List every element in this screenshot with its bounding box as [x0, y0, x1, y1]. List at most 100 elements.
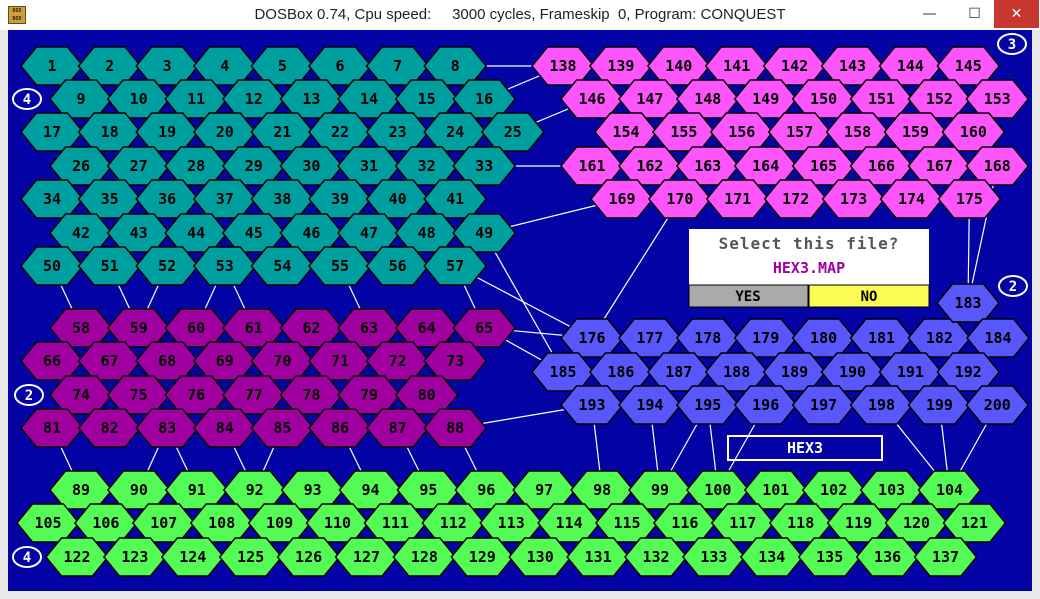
hex-number: 91 — [188, 481, 206, 499]
hex-number: 73 — [446, 352, 464, 370]
hex-number: 114 — [556, 514, 583, 532]
hex-territory[interactable]: 176 — [560, 318, 624, 358]
hex-territory[interactable]: 180 — [791, 318, 856, 358]
hex-territory[interactable]: 124 — [160, 537, 225, 577]
hex-territory[interactable]: 128 — [392, 537, 457, 577]
hex-number: 185 — [549, 363, 576, 381]
hex-territory[interactable]: 127 — [334, 537, 399, 577]
hex-number: 200 — [984, 396, 1011, 414]
hex-number: 198 — [868, 396, 895, 414]
hex-number: 119 — [845, 514, 872, 532]
region-label-text: 3 — [1008, 37, 1016, 53]
hex-number: 17 — [43, 123, 61, 141]
hex-number: 66 — [43, 352, 61, 370]
hex-number: 22 — [331, 123, 349, 141]
hex-number: 95 — [419, 481, 437, 499]
hex-number: 104 — [936, 481, 963, 499]
hex-territory[interactable]: 135 — [797, 537, 862, 577]
hex-territory[interactable]: 136 — [855, 537, 920, 577]
hex-number: 122 — [63, 548, 90, 566]
dialog-filename: HEX3.MAP — [773, 259, 845, 277]
hex-number: 82 — [101, 419, 119, 437]
hex-number: 131 — [585, 548, 612, 566]
hex-number: 113 — [498, 514, 525, 532]
hex-number: 146 — [578, 90, 605, 108]
hex-territory[interactable]: 183 — [936, 283, 1000, 323]
hex-number: 51 — [101, 257, 119, 275]
hex-number: 120 — [903, 514, 930, 532]
hex-number: 94 — [361, 481, 379, 499]
hex-territory[interactable]: 137 — [913, 537, 978, 577]
hex-number: 35 — [101, 190, 119, 208]
hex-number: 106 — [92, 514, 119, 532]
hex-number: 48 — [418, 224, 436, 242]
hex-number: 67 — [101, 352, 119, 370]
hex-number: 62 — [302, 319, 320, 337]
hex-number: 107 — [150, 514, 177, 532]
hex-number: 33 — [475, 157, 493, 175]
hex-number: 192 — [955, 363, 982, 381]
hex-number: 156 — [728, 123, 755, 141]
region-label-text: 4 — [23, 92, 31, 108]
hex-number: 117 — [729, 514, 756, 532]
hex-territory[interactable]: 126 — [276, 537, 341, 577]
hex-number: 132 — [642, 548, 669, 566]
hex-number: 92 — [246, 481, 264, 499]
hex-number: 99 — [651, 481, 669, 499]
hex-territory[interactable]: 184 — [966, 318, 1030, 358]
hex-territory[interactable]: 179 — [733, 318, 798, 358]
hex-territory[interactable]: 129 — [450, 537, 515, 577]
hex-number: 127 — [353, 548, 380, 566]
hex-number: 169 — [608, 190, 635, 208]
hex-number: 165 — [810, 157, 837, 175]
hex-number: 125 — [237, 548, 264, 566]
map-name: HEX3 — [787, 439, 823, 457]
hex-number: 176 — [578, 329, 605, 347]
hex-territory[interactable]: 177 — [617, 318, 682, 358]
hex-number: 93 — [304, 481, 322, 499]
hex-number: 12 — [245, 90, 263, 108]
hex-number: 61 — [245, 319, 263, 337]
hex-number: 88 — [446, 419, 464, 437]
hex-number: 163 — [694, 157, 721, 175]
hex-number: 162 — [636, 157, 663, 175]
hex-territory[interactable]: 131 — [566, 537, 631, 577]
hex-number: 14 — [360, 90, 378, 108]
hex-number: 86 — [331, 419, 349, 437]
hex-territory[interactable]: 122 — [45, 537, 109, 577]
hex-number: 7 — [393, 57, 402, 75]
hex-number: 124 — [179, 548, 206, 566]
hex-territory[interactable]: 178 — [675, 318, 740, 358]
hex-number: 145 — [955, 57, 982, 75]
region-label-text: 2 — [1009, 279, 1017, 295]
hex-number: 32 — [418, 157, 436, 175]
hex-number: 139 — [607, 57, 634, 75]
hex-number: 45 — [245, 224, 263, 242]
hex-number: 154 — [612, 123, 639, 141]
hex-number: 40 — [389, 190, 407, 208]
hex-territories[interactable]: 1 2 3 4 5 6 7 89 10 11 12 13 14 15 1617 18 19 20 21 22 23 24 2… — [16, 46, 1030, 577]
hex-number: 159 — [902, 123, 929, 141]
hex-number: 55 — [331, 257, 349, 275]
hex-number: 133 — [700, 548, 727, 566]
no-label: NO — [861, 289, 878, 305]
hex-number: 155 — [670, 123, 697, 141]
hex-number: 144 — [897, 57, 924, 75]
hex-number: 15 — [418, 90, 436, 108]
hex-territory[interactable]: 133 — [681, 537, 746, 577]
hex-number: 43 — [130, 224, 148, 242]
hex-number: 188 — [723, 363, 750, 381]
hex-territory[interactable]: 182 — [907, 318, 972, 358]
region-label-region_4: 2 — [998, 275, 1028, 297]
hex-territory[interactable]: 125 — [218, 537, 283, 577]
hex-territory[interactable]: 123 — [102, 537, 167, 577]
hex-territory[interactable]: 181 — [849, 318, 914, 358]
hex-territory[interactable]: 130 — [508, 537, 573, 577]
hex-number: 161 — [578, 157, 605, 175]
hex-territory[interactable]: 134 — [739, 537, 804, 577]
hex-number: 143 — [839, 57, 866, 75]
hex-number: 136 — [874, 548, 901, 566]
hex-map[interactable]: 1 2 3 4 5 6 7 89 10 11 12 13 14 15 1617 18 19 20 21 22 23 24 2… — [0, 0, 1040, 599]
hex-territory[interactable]: 132 — [624, 537, 688, 577]
hex-number: 171 — [724, 190, 751, 208]
